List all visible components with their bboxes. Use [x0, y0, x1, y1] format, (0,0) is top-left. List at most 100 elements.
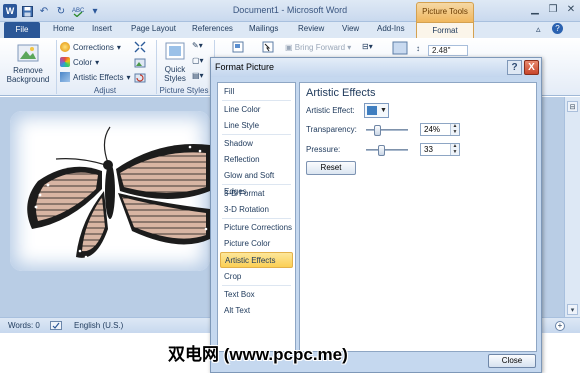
align-icon[interactable]: ⊟▾ [362, 42, 373, 51]
compress-pictures-icon[interactable] [134, 41, 146, 53]
nav-item-fill[interactable]: Fill [220, 84, 293, 100]
spin-arrows-icon[interactable]: ▲ ▼ [450, 123, 459, 135]
bring-forward-button[interactable]: ▣ Bring Forward ▾ [285, 43, 351, 52]
change-picture-icon[interactable] [134, 57, 146, 69]
spin-arrows-icon[interactable]: ▲ ▼ [450, 143, 459, 155]
nav-item-picture-color[interactable]: Picture Color [220, 236, 293, 252]
pressure-slider[interactable] [366, 145, 408, 156]
document-page [10, 111, 210, 271]
word-count[interactable]: Words: 0 [8, 321, 40, 330]
scroll-down-icon[interactable]: ▾ [567, 304, 578, 315]
nav-divider [222, 218, 291, 219]
tab-home[interactable]: Home [53, 24, 74, 33]
picture-effects-icon[interactable]: ▢▾ [192, 56, 204, 65]
tab-mailings[interactable]: Mailings [249, 24, 278, 33]
picture-layout-icon[interactable]: ▤▾ [192, 71, 204, 80]
watermark-text: 双电网 (www.pcpc.me) [168, 345, 348, 364]
tab-references[interactable]: References [192, 24, 233, 33]
position-icon[interactable] [232, 41, 244, 53]
nav-item-reflection[interactable]: Reflection [220, 152, 293, 168]
nav-divider [222, 184, 291, 185]
chevron-down-icon: ▾ [126, 72, 131, 82]
nav-item-artistic-effects[interactable]: Artistic Effects [220, 252, 293, 268]
nav-divider [222, 285, 291, 286]
tab-review[interactable]: Review [298, 24, 324, 33]
remove-background-button[interactable]: Remove Background [4, 42, 52, 84]
artistic-effects-label: Artistic Effects [73, 72, 124, 82]
pressure-input[interactable]: 33 ▲ ▼ [420, 143, 460, 156]
wrap-text-icon[interactable] [262, 41, 274, 53]
height-icon: ↕ [416, 44, 420, 53]
language-status[interactable]: English (U.S.) [74, 321, 123, 330]
minimize-ribbon-icon[interactable]: ▵ [536, 24, 541, 35]
nav-item-picture-corrections[interactable]: Picture Corrections [220, 220, 293, 236]
window-close-icon[interactable]: ✕ [564, 2, 578, 16]
quick-styles-button[interactable]: Quick Styles [160, 41, 190, 83]
tab-insert[interactable]: Insert [92, 24, 112, 33]
nav-item-line-style[interactable]: Line Style [220, 118, 293, 134]
pressure-slider-thumb[interactable] [378, 145, 385, 156]
close-button[interactable]: Close [488, 354, 536, 368]
remove-background-label-2: Background [6, 75, 50, 84]
reset-button[interactable]: Reset [306, 161, 356, 175]
remove-background-label: Remove [13, 66, 43, 75]
restore-icon[interactable]: ❐ [546, 2, 560, 16]
dialog-title: Format Picture [211, 58, 541, 77]
chevron-down-icon: ▾ [347, 43, 352, 52]
nav-item-3d-rotation[interactable]: 3-D Rotation [220, 202, 293, 218]
butterfly-picture[interactable] [10, 111, 210, 271]
crop-icon[interactable] [392, 41, 408, 55]
nav-item-crop[interactable]: Crop [220, 269, 293, 285]
artistic-effect-preview-icon [367, 106, 377, 115]
help-icon[interactable]: ? [552, 23, 563, 34]
color-label: Color [73, 57, 93, 67]
format-picture-dialog: Format Picture ? X Fill Line Color Line … [210, 57, 542, 373]
height-input[interactable]: 2.48" [428, 45, 468, 56]
bring-forward-icon: ▣ [285, 43, 293, 52]
tab-view[interactable]: View [342, 24, 359, 33]
nav-item-3d-format[interactable]: 3-D Format [220, 186, 293, 202]
transparency-slider-thumb[interactable] [374, 125, 381, 136]
corrections-button[interactable]: Corrections ▾ [60, 42, 121, 52]
dialog-help-button[interactable]: ? [507, 60, 522, 75]
window-title: Document1 - Microsoft Word [232, 5, 348, 15]
quick-styles-icon [164, 41, 186, 63]
transparency-input[interactable]: 24% ▲ ▼ [420, 123, 460, 136]
ruler-toggle-icon[interactable]: ⊟ [567, 101, 578, 112]
picture-border-icon[interactable]: ✎▾ [192, 41, 203, 50]
tab-addins[interactable]: Add-Ins [377, 24, 405, 33]
artistic-effects-icon [60, 72, 70, 82]
tab-format[interactable]: Format [416, 22, 474, 38]
nav-divider [222, 100, 291, 101]
nav-item-shadow[interactable]: Shadow [220, 136, 293, 152]
dialog-close-button[interactable]: X [524, 60, 539, 75]
artistic-effect-label: Artistic Effect: [306, 106, 355, 115]
artistic-effects-panel: Artistic Effects Artistic Effect: ▼ Tran… [299, 82, 537, 352]
nav-item-alt-text[interactable]: Alt Text [220, 303, 293, 319]
nav-item-glow-soft-edges[interactable]: Glow and Soft Edges [220, 168, 293, 196]
reset-picture-icon[interactable] [134, 72, 146, 84]
quick-styles-label-2: Styles [164, 74, 186, 83]
minimize-icon[interactable]: ▁ [528, 2, 542, 16]
color-button[interactable]: Color ▾ [60, 57, 99, 67]
tab-page-layout[interactable]: Page Layout [131, 24, 176, 33]
tab-file[interactable]: File [4, 22, 40, 38]
group-separator [56, 40, 57, 94]
zoom-in-icon[interactable]: + [555, 321, 565, 331]
chevron-down-icon: ▾ [116, 42, 121, 52]
artistic-effects-button[interactable]: Artistic Effects ▾ [60, 72, 131, 82]
window-controls: ▁ ❐ ✕ [528, 2, 578, 16]
transparency-slider[interactable] [366, 125, 408, 136]
nav-item-text-box[interactable]: Text Box [220, 287, 293, 303]
remove-background-icon [17, 42, 39, 64]
dialog-nav-list: Fill Line Color Line Style Shadow Reflec… [217, 82, 296, 352]
vertical-scrollbar[interactable]: ⊟ ▾ [564, 97, 580, 317]
pressure-value: 33 [424, 145, 433, 154]
color-icon [60, 57, 70, 67]
artistic-effect-dropdown[interactable]: ▼ [364, 103, 389, 118]
nav-divider [222, 134, 291, 135]
pressure-label: Pressure: [306, 145, 341, 154]
ribbon-tabs: File Home Insert Page Layout References … [0, 22, 580, 38]
nav-item-line-color[interactable]: Line Color [220, 102, 293, 118]
proofing-icon[interactable] [50, 321, 62, 333]
